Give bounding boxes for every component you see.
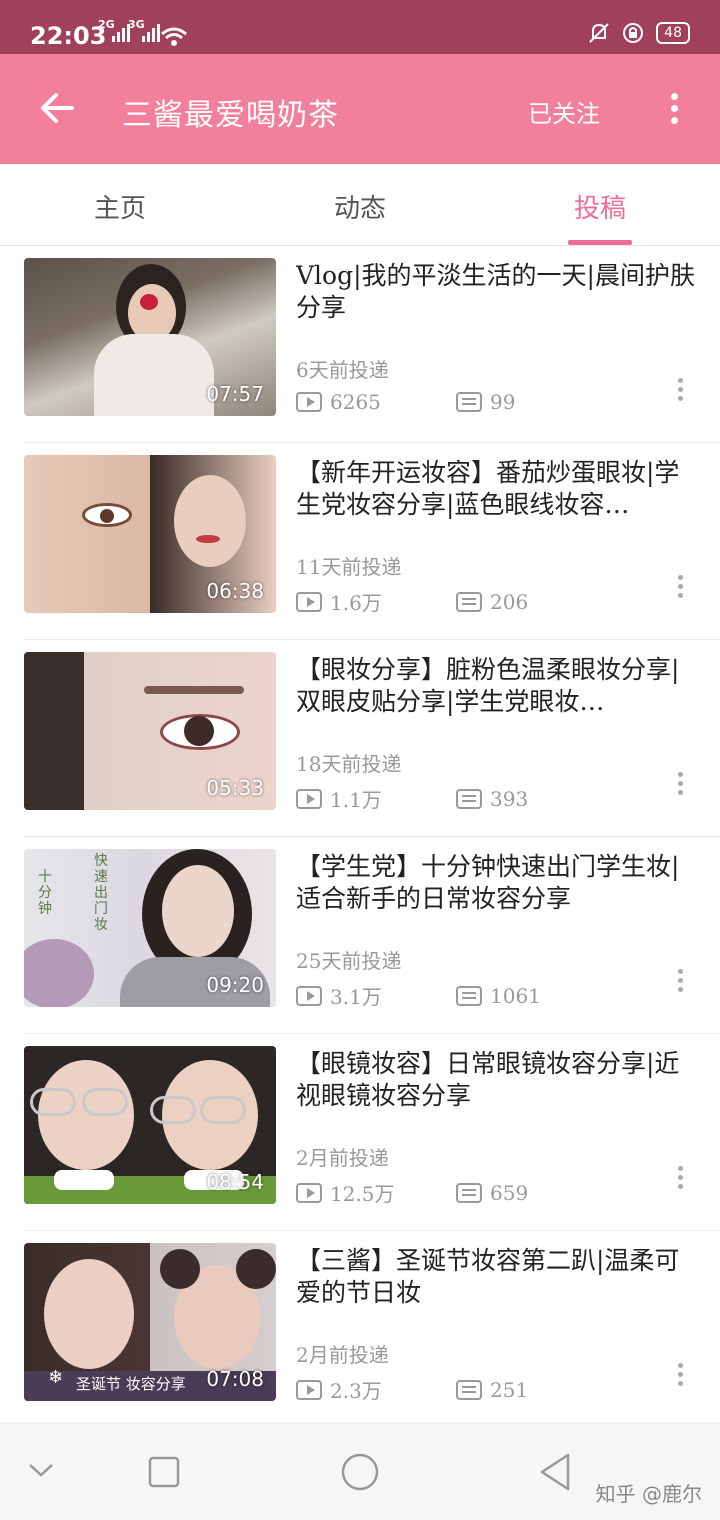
video-thumbnail[interactable]: 十分钟 快速出门妆 09:20 xyxy=(24,849,276,1007)
mute-bell-icon xyxy=(589,23,609,43)
video-duration: 06:38 xyxy=(206,579,264,603)
comment-count: 1061 xyxy=(490,983,541,1008)
video-title[interactable]: 【眼妆分享】脏粉色温柔眼妆分享|双眼皮贴分享|学生党眼妆… xyxy=(296,654,700,718)
video-title[interactable]: 【学生党】十分钟快速出门学生妆|适合新手的日常妆容分享 xyxy=(296,851,700,915)
comment-count-icon xyxy=(456,1379,482,1400)
following-button[interactable]: 已关注 xyxy=(528,94,600,129)
back-triangle-icon[interactable] xyxy=(538,1452,572,1492)
video-more-icon[interactable] xyxy=(674,1363,686,1393)
chevron-down-icon[interactable] xyxy=(28,1462,54,1478)
status-bar: 22:03 2G 3G 48 xyxy=(0,0,720,54)
video-duration: 07:57 xyxy=(206,382,264,406)
thumbnail-text-left: 十分钟 xyxy=(38,869,52,917)
comment-count-icon xyxy=(456,985,482,1006)
recent-apps-icon[interactable] xyxy=(148,1456,180,1488)
comment-count: 393 xyxy=(490,786,529,811)
view-count: 2.3万 xyxy=(330,1379,382,1403)
video-date: 2月前投递 xyxy=(296,1343,389,1367)
video-stats: 6265 99 xyxy=(296,390,515,414)
video-duration: 07:08 xyxy=(206,1367,264,1391)
video-thumbnail[interactable]: 05:33 xyxy=(24,652,276,810)
battery-indicator: 48 xyxy=(656,22,690,44)
page-title: 三酱最爱喝奶茶 xyxy=(122,98,339,133)
tab-activity[interactable]: 动态 xyxy=(334,188,386,225)
app-bar: 三酱最爱喝奶茶 已关注 xyxy=(0,54,720,164)
video-more-icon[interactable] xyxy=(674,378,686,408)
video-date: 18天前投递 xyxy=(296,752,402,776)
view-count: 1.1万 xyxy=(330,788,382,812)
video-stats: 12.5万 659 xyxy=(296,1178,528,1207)
video-stats: 1.6万 206 xyxy=(296,587,528,616)
more-options-icon[interactable] xyxy=(664,90,684,130)
video-list: 07:57 Vlog|我的平淡生活的一天|晨间护肤分享 6天前投递 6265 9… xyxy=(0,246,720,1428)
video-date: 2月前投递 xyxy=(296,1146,389,1170)
thumbnail-caption: 圣诞节 妆容分享 xyxy=(76,1375,186,1393)
video-more-icon[interactable] xyxy=(674,575,686,605)
video-item[interactable]: 十分钟 快速出门妆 09:20 【学生党】十分钟快速出门学生妆|适合新手的日常妆… xyxy=(24,837,720,1034)
play-count-icon xyxy=(296,985,322,1006)
video-date: 11天前投递 xyxy=(296,555,402,579)
comment-count: 251 xyxy=(490,1377,529,1402)
video-thumbnail[interactable]: 08:54 xyxy=(24,1046,276,1204)
view-count: 1.6万 xyxy=(330,591,382,615)
video-item[interactable]: 07:57 Vlog|我的平淡生活的一天|晨间护肤分享 6天前投递 6265 9… xyxy=(24,246,720,443)
tab-submissions[interactable]: 投稿 xyxy=(574,188,626,225)
video-more-icon[interactable] xyxy=(674,1166,686,1196)
video-title[interactable]: Vlog|我的平淡生活的一天|晨间护肤分享 xyxy=(296,260,700,324)
comment-count-icon xyxy=(456,591,482,612)
status-time: 22:03 xyxy=(30,22,107,50)
tab-home[interactable]: 主页 xyxy=(94,188,146,225)
comment-count-icon xyxy=(456,788,482,809)
video-item[interactable]: ❄ 圣诞节 妆容分享 07:08 【三酱】圣诞节妆容第二趴|温柔可爱的节日妆 2… xyxy=(24,1231,720,1428)
video-thumbnail[interactable]: 06:38 xyxy=(24,455,276,613)
view-count: 6265 xyxy=(330,390,381,414)
comment-count-icon xyxy=(456,392,482,412)
view-count: 12.5万 xyxy=(330,1182,395,1206)
signal-icon-2 xyxy=(142,24,160,42)
video-item[interactable]: 05:33 【眼妆分享】脏粉色温柔眼妆分享|双眼皮贴分享|学生党眼妆… 18天前… xyxy=(24,640,720,837)
video-title[interactable]: 【三酱】圣诞节妆容第二趴|温柔可爱的节日妆 xyxy=(296,1245,700,1309)
video-date: 25天前投递 xyxy=(296,949,402,973)
system-nav-bar: 知乎 @鹿尔 xyxy=(0,1422,720,1520)
video-item[interactable]: 06:38 【新年开运妆容】番茄炒蛋眼妆|学生党妆容分享|蓝色眼线妆容… 11天… xyxy=(24,443,720,640)
video-stats: 3.1万 1061 xyxy=(296,981,541,1010)
video-more-icon[interactable] xyxy=(674,772,686,802)
profile-tabs: 主页 动态 投稿 xyxy=(0,164,720,246)
snowflake-icon: ❄ xyxy=(48,1367,64,1388)
wifi-icon xyxy=(161,27,187,46)
video-thumbnail[interactable]: 07:57 xyxy=(24,258,276,416)
video-stats: 1.1万 393 xyxy=(296,784,528,813)
video-duration: 05:33 xyxy=(206,776,264,800)
video-duration: 09:20 xyxy=(206,973,264,997)
status-right: 48 xyxy=(588,22,690,44)
video-title[interactable]: 【新年开运妆容】番茄炒蛋眼妆|学生党妆容分享|蓝色眼线妆容… xyxy=(296,457,700,521)
video-item[interactable]: 08:54 【眼镜妆容】日常眼镜妆容分享|近视眼镜妆容分享 2月前投递 12.5… xyxy=(24,1034,720,1231)
video-stats: 2.3万 251 xyxy=(296,1375,528,1404)
comment-count: 99 xyxy=(490,390,516,414)
watermark: 知乎 @鹿尔 xyxy=(595,1482,702,1506)
comment-count: 206 xyxy=(490,589,529,614)
play-count-icon xyxy=(296,1379,322,1400)
video-date: 6天前投递 xyxy=(296,358,389,382)
comment-count: 659 xyxy=(490,1180,529,1205)
home-icon[interactable] xyxy=(340,1452,380,1492)
video-thumbnail[interactable]: ❄ 圣诞节 妆容分享 07:08 xyxy=(24,1243,276,1401)
play-count-icon xyxy=(296,788,322,809)
play-count-icon xyxy=(296,392,322,412)
comment-count-icon xyxy=(456,1182,482,1203)
play-count-icon xyxy=(296,1182,322,1203)
video-more-icon[interactable] xyxy=(674,969,686,999)
thumbnail-text-right: 快速出门妆 xyxy=(94,853,108,933)
video-title[interactable]: 【眼镜妆容】日常眼镜妆容分享|近视眼镜妆容分享 xyxy=(296,1048,700,1112)
active-tab-indicator xyxy=(568,240,632,245)
view-count: 3.1万 xyxy=(330,985,382,1009)
play-count-icon xyxy=(296,591,322,612)
video-duration: 08:54 xyxy=(206,1170,264,1194)
lock-rotation-icon xyxy=(623,23,644,43)
back-arrow-icon[interactable] xyxy=(38,88,78,128)
